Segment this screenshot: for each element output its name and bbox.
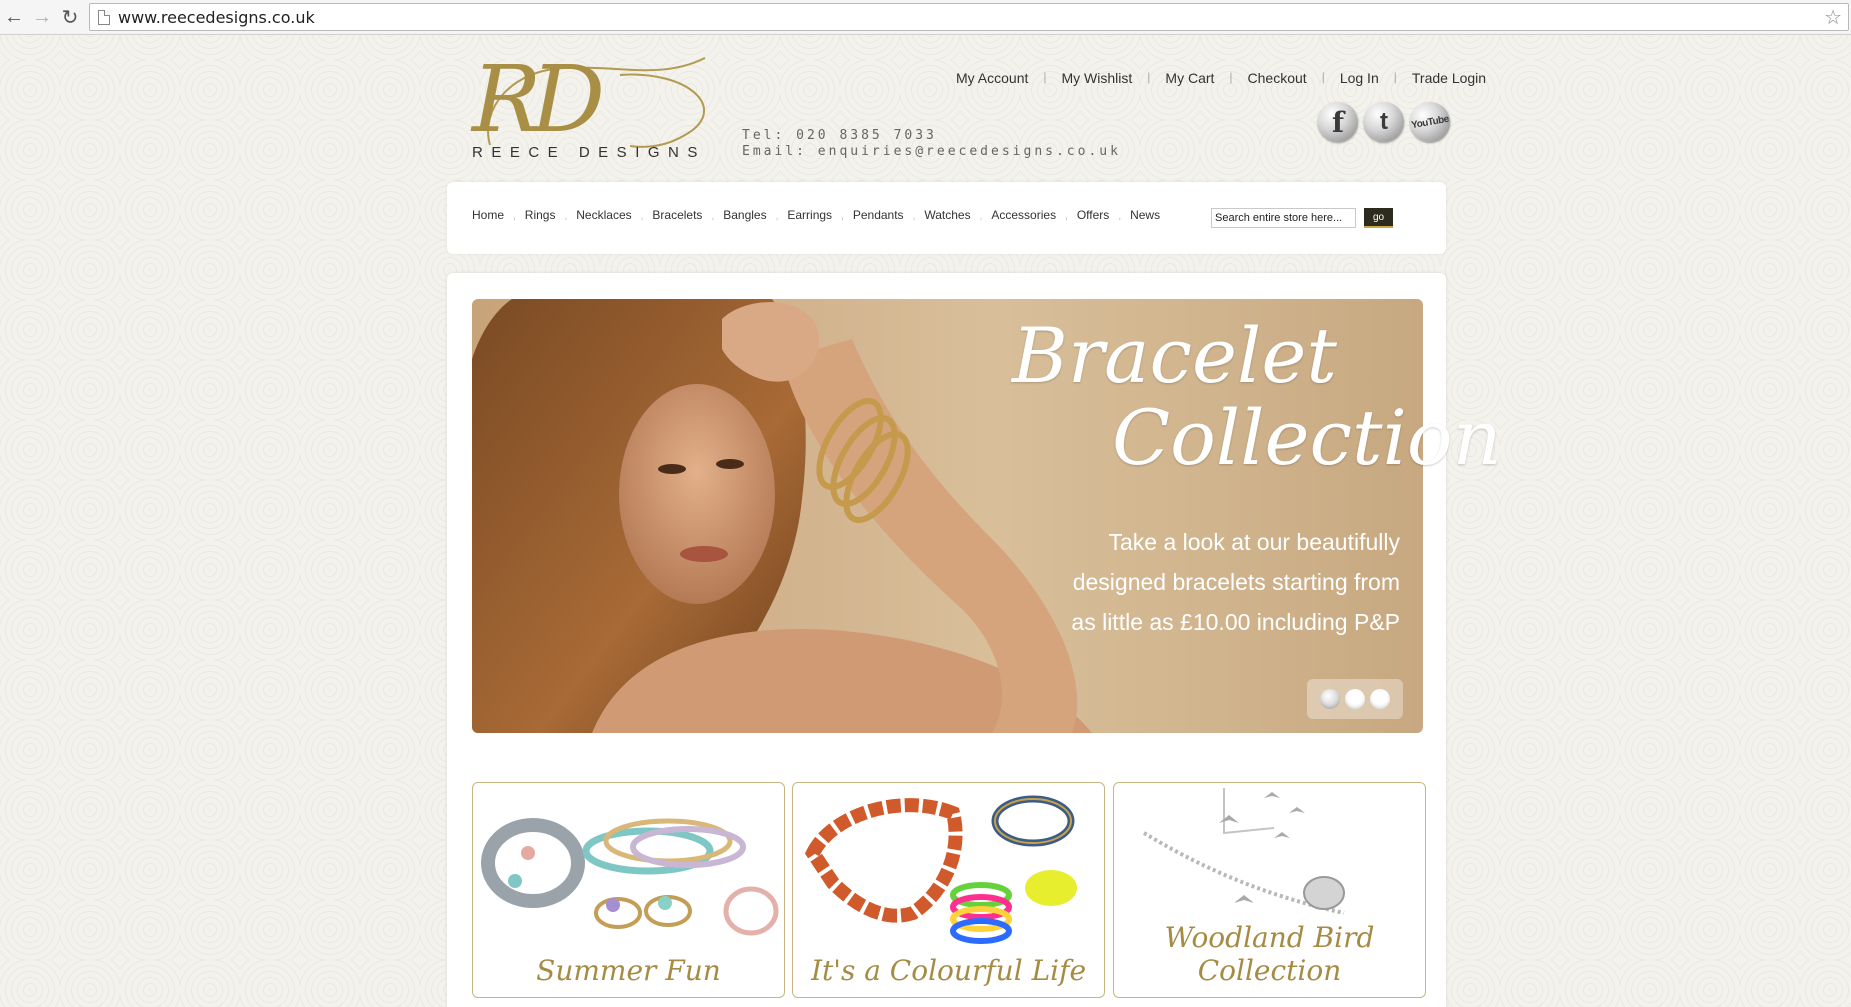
contact-info: Tel: 020 8385 7033 Email: enquiries@reec… bbox=[742, 128, 1121, 160]
colourful-jewellery-image bbox=[804, 795, 1077, 944]
link-my-cart[interactable]: My Cart bbox=[1159, 70, 1220, 86]
promo-colourful-life[interactable]: It's a Colourful Life bbox=[792, 782, 1105, 998]
back-arrow-icon[interactable]: ← bbox=[0, 3, 28, 31]
main-nav: Home, Rings, Necklaces, Bracelets, Bangl… bbox=[472, 208, 1161, 222]
bookmark-star-icon[interactable]: ☆ bbox=[1824, 5, 1842, 29]
nav-offers[interactable]: Offers bbox=[1077, 208, 1109, 222]
nav-necklaces[interactable]: Necklaces bbox=[576, 208, 631, 222]
logo-wordmark: REECE DESIGNS bbox=[472, 144, 706, 161]
link-my-wishlist[interactable]: My Wishlist bbox=[1056, 70, 1139, 86]
promo-summer-fun[interactable]: Summer Fun bbox=[472, 782, 785, 998]
banner-line3: as little as £10.00 including P&P bbox=[1071, 609, 1400, 635]
twitter-icon[interactable]: t bbox=[1364, 102, 1404, 142]
banner-line2: designed bracelets starting from bbox=[1072, 569, 1400, 595]
contact-tel: Tel: 020 8385 7033 bbox=[742, 128, 937, 143]
page-icon bbox=[98, 9, 110, 25]
social-links: f t YouTube bbox=[1318, 98, 1454, 146]
address-bar[interactable]: www.reecedesigns.co.uk ☆ bbox=[89, 3, 1849, 31]
banner-line1: Take a look at our beautifully bbox=[1108, 529, 1400, 555]
bangles-image bbox=[481, 818, 779, 936]
link-trade-login[interactable]: Trade Login bbox=[1406, 70, 1492, 86]
reload-icon[interactable]: ↻ bbox=[56, 3, 84, 31]
nav-rings[interactable]: Rings bbox=[525, 208, 556, 222]
nav-bangles[interactable]: Bangles bbox=[723, 208, 766, 222]
facebook-icon[interactable]: f bbox=[1318, 102, 1358, 142]
promo-caption: Summer Fun bbox=[536, 954, 721, 987]
banner-title-line1: Bracelet bbox=[1012, 311, 1337, 400]
nav-earrings[interactable]: Earrings bbox=[787, 208, 832, 222]
url-text: www.reecedesigns.co.uk bbox=[118, 7, 315, 27]
browser-toolbar: ← → ↻ www.reecedesigns.co.uk ☆ bbox=[0, 0, 1851, 35]
logo-monogram: RD bbox=[472, 46, 605, 153]
contact-email[interactable]: Email: enquiries@reecedesigns.co.uk bbox=[742, 144, 1121, 160]
promo-woodland-bird[interactable]: Woodland Bird Collection bbox=[1113, 782, 1426, 998]
forward-arrow-icon[interactable]: → bbox=[28, 3, 56, 31]
nav-pendants[interactable]: Pendants bbox=[853, 208, 904, 222]
link-my-account[interactable]: My Account bbox=[950, 70, 1034, 86]
nav-bracelets[interactable]: Bracelets bbox=[652, 208, 702, 222]
youtube-icon[interactable]: YouTube bbox=[1406, 98, 1454, 146]
promo-caption: It's a Colourful Life bbox=[810, 954, 1087, 987]
link-checkout[interactable]: Checkout bbox=[1242, 70, 1313, 86]
promo-caption: Woodland Bird Collection bbox=[1164, 921, 1375, 987]
nav-watches[interactable]: Watches bbox=[924, 208, 970, 222]
nav-news[interactable]: News bbox=[1130, 208, 1160, 222]
slider-pagination bbox=[1307, 679, 1403, 719]
slide-dot-2[interactable] bbox=[1345, 689, 1365, 709]
main-nav-bar: Home, Rings, Necklaces, Bracelets, Bangl… bbox=[447, 182, 1446, 254]
slide-dot-1[interactable] bbox=[1320, 689, 1340, 709]
slide-dot-3[interactable] bbox=[1370, 689, 1390, 709]
site-logo[interactable]: RD REECE DESIGNS bbox=[470, 50, 730, 165]
search-go-button[interactable]: go bbox=[1364, 208, 1393, 228]
banner-title-line2: Collection bbox=[1112, 393, 1502, 482]
account-links: My Account | My Wishlist | My Cart | Checko… bbox=[950, 70, 1492, 86]
nav-home[interactable]: Home bbox=[472, 208, 504, 222]
link-log-in[interactable]: Log In bbox=[1334, 70, 1385, 86]
nav-accessories[interactable]: Accessories bbox=[991, 208, 1056, 222]
banner-title: Bracelet Collection bbox=[1000, 311, 1502, 482]
banner-description: Take a look at our beautifully designed … bbox=[1060, 522, 1400, 642]
search-input[interactable] bbox=[1211, 208, 1356, 228]
